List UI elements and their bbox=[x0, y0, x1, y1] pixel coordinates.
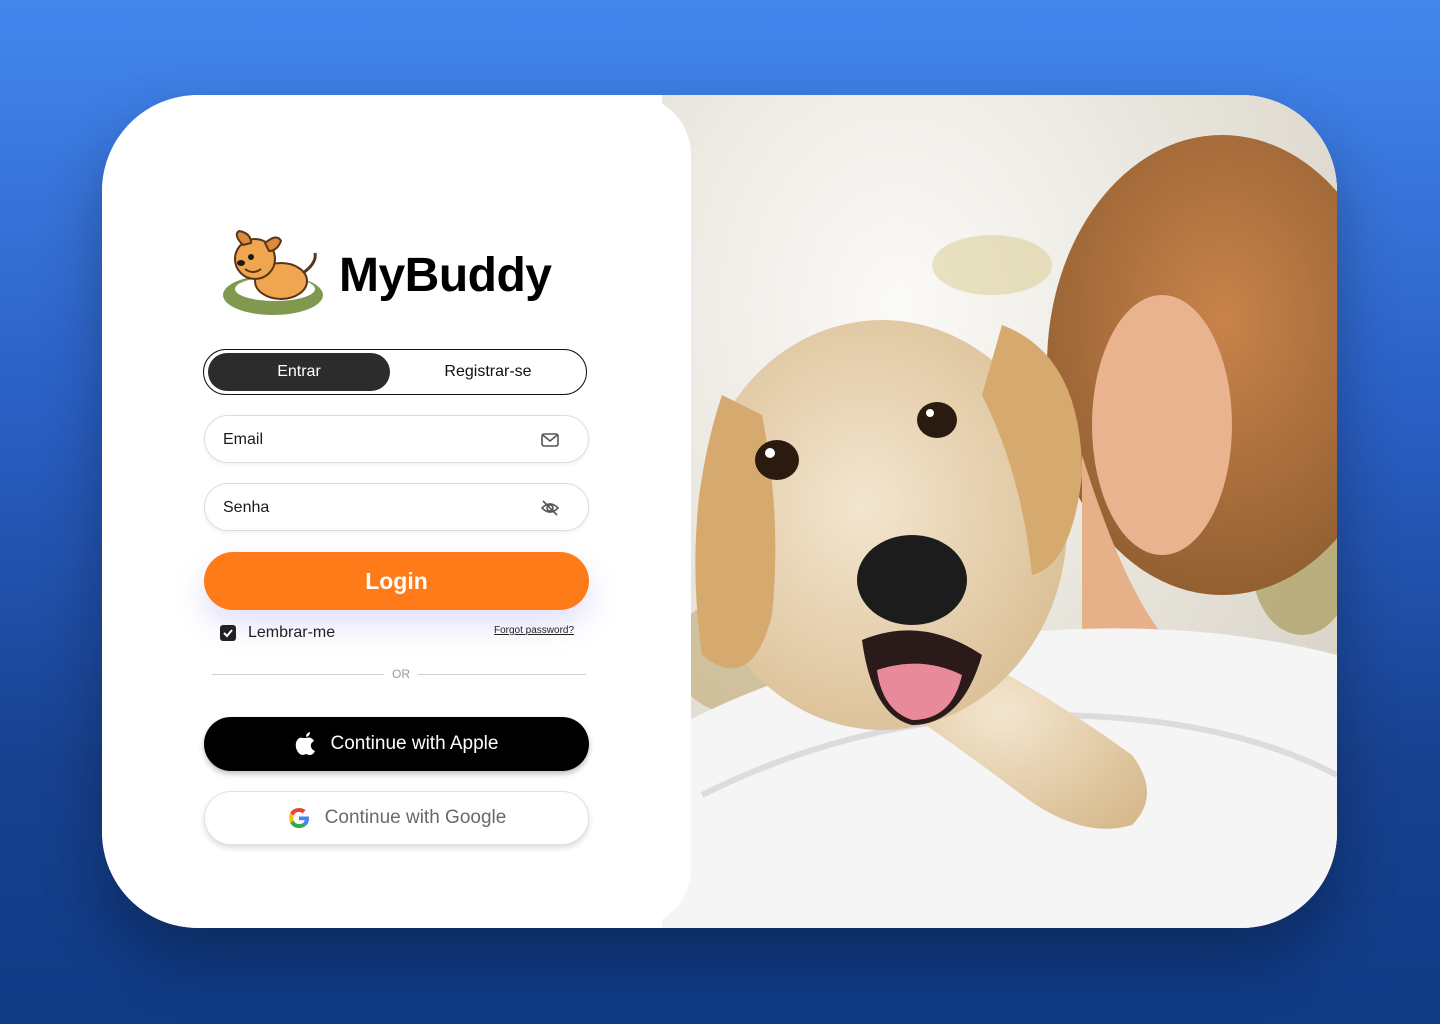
divider-label: OR bbox=[392, 667, 410, 681]
forgot-password-link[interactable]: Forgot password? bbox=[494, 625, 574, 636]
remember-checkbox[interactable] bbox=[220, 625, 236, 641]
divider-line-right bbox=[418, 674, 586, 675]
login-panel: MyBuddy Entrar Registrar-se Login bbox=[102, 95, 691, 928]
check-icon bbox=[223, 629, 233, 638]
auth-tabs: Entrar Registrar-se bbox=[203, 349, 587, 395]
password-input[interactable] bbox=[221, 484, 525, 532]
puppy-hug-illustration bbox=[662, 95, 1337, 928]
brand-name: MyBuddy bbox=[339, 248, 552, 302]
password-field bbox=[204, 483, 589, 532]
continue-with-apple-button[interactable]: Continue with Apple bbox=[204, 717, 589, 771]
eye-off-icon[interactable] bbox=[540, 498, 560, 518]
brand: MyBuddy bbox=[219, 229, 552, 321]
google-icon bbox=[288, 808, 309, 828]
apple-button-label: Continue with Apple bbox=[330, 733, 499, 754]
email-input[interactable] bbox=[221, 416, 525, 464]
google-button-label: Continue with Google bbox=[324, 807, 507, 828]
dog-mascot-logo-icon bbox=[223, 229, 323, 315]
continue-with-google-button[interactable]: Continue with Google bbox=[204, 791, 589, 845]
divider-line-left bbox=[212, 674, 384, 675]
login-card: MyBuddy Entrar Registrar-se Login bbox=[102, 95, 1337, 928]
or-divider: OR bbox=[212, 665, 586, 683]
remember-label: Lembrar-me bbox=[248, 624, 336, 641]
puppy-photo bbox=[662, 95, 1337, 928]
apple-icon bbox=[295, 732, 315, 755]
tab-registrar-se[interactable]: Registrar-se bbox=[394, 353, 582, 391]
email-field bbox=[204, 415, 589, 464]
remember-me[interactable]: Lembrar-me bbox=[220, 624, 335, 642]
login-button[interactable]: Login bbox=[204, 552, 589, 610]
tab-entrar[interactable]: Entrar bbox=[208, 353, 390, 391]
mail-icon bbox=[541, 433, 559, 447]
